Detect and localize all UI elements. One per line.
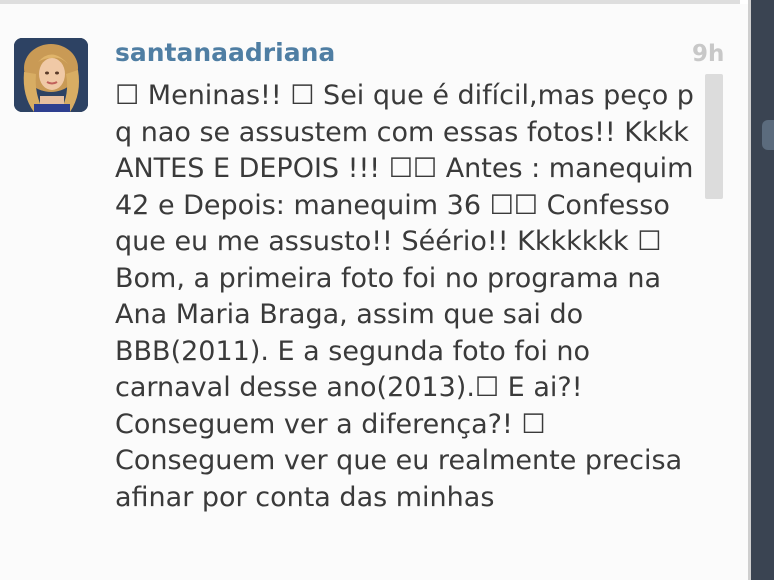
post-timestamp: 9h (692, 41, 725, 67)
comment-panel: santanaadriana 9h ☐ Meninas!! ☐ Sei que … (0, 4, 748, 580)
outer-background (751, 0, 774, 580)
background-element (762, 120, 774, 150)
avatar[interactable] (14, 38, 88, 112)
post-caption: ☐ Meninas!! ☐ Sei que é difícil,mas peço… (115, 80, 703, 513)
instagram-comment-view: santanaadriana 9h ☐ Meninas!! ☐ Sei que … (0, 0, 774, 580)
username-link[interactable]: santanaadriana (115, 36, 335, 70)
scrollbar-thumb[interactable] (705, 74, 723, 199)
profile-photo-icon (14, 38, 88, 112)
